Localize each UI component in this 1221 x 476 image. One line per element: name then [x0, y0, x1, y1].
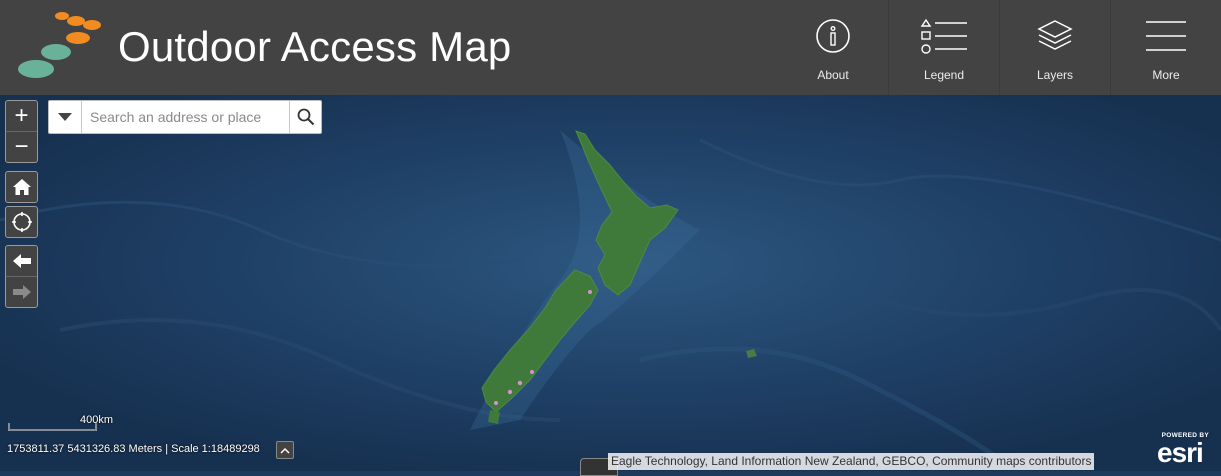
nav-layers-button[interactable]: Layers — [999, 0, 1110, 95]
esri-logo[interactable]: POWERED BY esri — [1153, 432, 1217, 468]
nav-legend-button[interactable]: Legend — [888, 0, 999, 95]
nav-legend-label: Legend — [923, 68, 965, 82]
caret-down-icon — [58, 113, 72, 121]
locate-icon — [11, 212, 32, 232]
zoom-out-button[interactable]: − — [6, 131, 37, 162]
locate-control — [5, 206, 38, 238]
menu-icon — [1146, 21, 1186, 51]
search-button[interactable] — [289, 101, 321, 133]
layers-icon — [1037, 20, 1073, 50]
map-view[interactable] — [0, 95, 1221, 471]
next-extent-button[interactable] — [6, 276, 37, 307]
app-logo — [18, 12, 101, 78]
home-control — [5, 171, 38, 203]
nav-more-button[interactable]: More — [1110, 0, 1221, 95]
coordinate-toggle-button[interactable] — [276, 441, 294, 459]
search-icon — [297, 108, 314, 126]
esri-wordmark: esri — [1157, 437, 1204, 468]
search-input[interactable] — [82, 101, 289, 133]
previous-extent-button[interactable] — [6, 246, 37, 276]
app-header: Outdoor Access Map About Legend Layers M… — [0, 0, 1221, 95]
extent-nav-controls — [5, 245, 38, 308]
zoom-in-button[interactable]: + — [6, 101, 37, 131]
search-source-dropdown[interactable] — [49, 101, 82, 133]
nav-more-label: More — [1152, 68, 1180, 82]
zoom-controls: + − — [5, 100, 38, 163]
chevron-up-icon — [280, 447, 290, 454]
nav-layers-label: Layers — [1036, 68, 1074, 82]
coordinate-readout: 1753811.37 5431326.83 Meters | Scale 1:1… — [7, 443, 260, 455]
legend-icon — [920, 18, 967, 54]
arrow-left-icon — [12, 254, 31, 268]
arrow-right-icon — [12, 285, 31, 299]
header-nav: About Legend Layers More — [778, 0, 1221, 95]
home-button[interactable] — [6, 172, 37, 202]
info-icon — [816, 19, 850, 53]
app-title: Outdoor Access Map — [118, 23, 512, 70]
locate-button[interactable] — [6, 207, 37, 237]
nav-about-label: About — [817, 68, 849, 82]
map-attribution: Eagle Technology, Land Information New Z… — [608, 453, 1095, 470]
scale-bar-label: 400km — [80, 414, 114, 426]
search-widget — [48, 100, 322, 134]
basemap-imagery — [0, 95, 1221, 471]
home-icon — [12, 179, 31, 195]
nav-about-button[interactable]: About — [778, 0, 888, 95]
